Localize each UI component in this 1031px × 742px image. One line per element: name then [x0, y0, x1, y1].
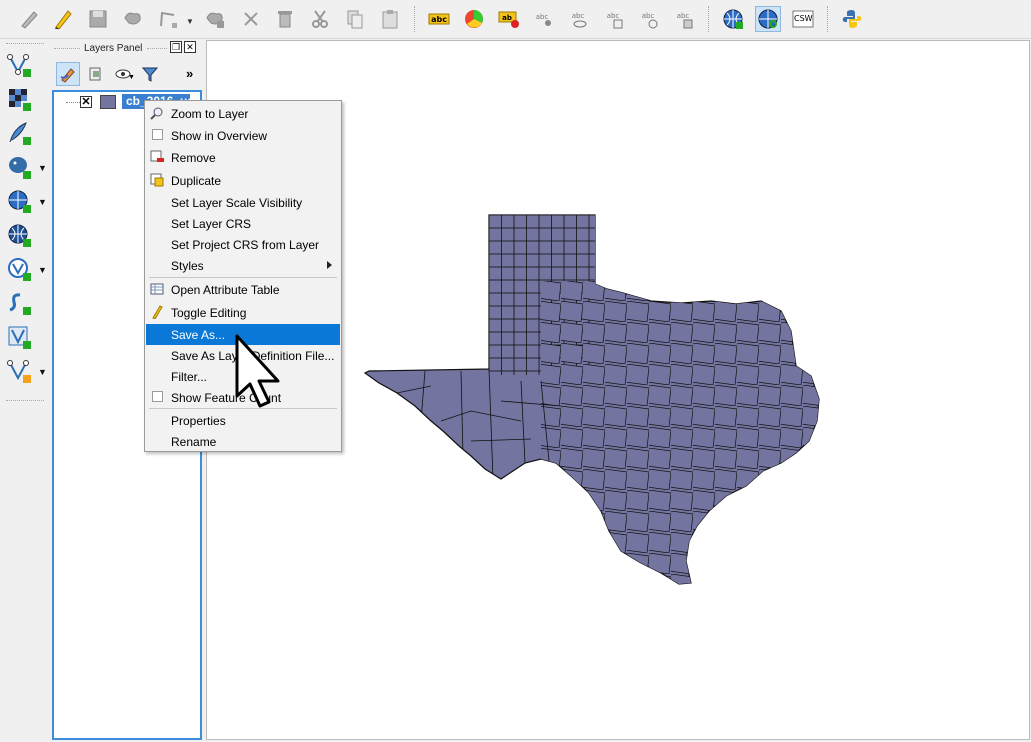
add-feature-icon[interactable] — [120, 6, 146, 32]
move-label-icon[interactable]: abc — [601, 6, 627, 32]
layer-labeling-icon[interactable]: abc — [426, 6, 452, 32]
toolbar-separator — [827, 6, 832, 32]
rotate-label-icon[interactable]: abc — [636, 6, 662, 32]
svg-text:abc: abc — [607, 12, 620, 20]
svg-text:abc: abc — [431, 15, 447, 24]
remove-layer-icon — [150, 150, 164, 162]
submenu-arrow-icon — [327, 261, 332, 269]
add-group-icon[interactable] — [84, 62, 108, 86]
digitize-pencil-icon[interactable] — [16, 6, 42, 32]
overview-checkbox[interactable] — [152, 129, 163, 140]
add-oracle-layer-icon[interactable] — [4, 356, 34, 386]
add-virtual-layer-icon[interactable] — [4, 254, 34, 284]
menu-item-show-in-overview[interactable]: Show in Overview — [146, 125, 340, 146]
magnifier-icon — [150, 107, 163, 120]
float-panel-icon[interactable]: ❐ — [170, 41, 182, 53]
menu-item-duplicate[interactable]: Duplicate — [146, 170, 340, 191]
more-tools-icon[interactable]: » — [186, 66, 193, 81]
central-east-counties — [541, 281, 819, 584]
add-mssql-layer-icon[interactable] — [4, 322, 34, 352]
csw-button[interactable]: CSW — [790, 6, 816, 32]
pin-labels-icon[interactable]: abc — [531, 6, 557, 32]
delete-part-icon[interactable] — [238, 6, 264, 32]
toggle-editing-icon[interactable] — [50, 6, 76, 32]
metasearch-icon[interactable] — [755, 6, 781, 32]
menu-item-rename[interactable]: Rename — [146, 431, 340, 452]
diagram-options-icon[interactable] — [461, 6, 487, 32]
layers-panel-header: Layers Panel ❐ ✕ — [52, 40, 200, 58]
menu-item-zoom-to-layer[interactable]: Zoom to Layer — [146, 103, 340, 124]
menu-item-set-project-crs-from-layer[interactable]: Set Project CRS from Layer — [146, 234, 340, 255]
add-wfs-layer-icon[interactable] — [4, 220, 34, 250]
left-toolbar: ▼ ▼ ▼ ▼ — [0, 40, 50, 740]
mouse-cursor-icon — [235, 334, 280, 408]
tree-branch — [66, 102, 80, 103]
svg-text:abc: abc — [642, 12, 655, 20]
delete-selected-icon[interactable] — [272, 6, 298, 32]
change-label-icon[interactable]: abc — [671, 6, 697, 32]
toolbar-separator — [414, 6, 419, 32]
svg-text:abc: abc — [677, 12, 690, 20]
svg-text:ab: ab — [502, 14, 512, 22]
attribute-table-icon — [150, 283, 164, 295]
menu-item-toggle-editing[interactable]: Toggle Editing — [146, 302, 340, 323]
wcs-dropdown-icon[interactable]: ▼ — [38, 197, 47, 207]
open-layer-styling-icon[interactable] — [56, 62, 80, 86]
toolbar-grip — [6, 43, 44, 44]
main-toolbar: ▼ abc ab abc abc abc abc abc CSW — [0, 0, 1031, 39]
pencil-icon — [152, 305, 163, 319]
python-console-icon[interactable] — [839, 6, 865, 32]
vertex-dropdown-icon[interactable]: ▼ — [186, 17, 194, 26]
paste-features-icon[interactable] — [377, 6, 403, 32]
layer-symbol-swatch — [100, 95, 116, 109]
menu-item-styles[interactable]: Styles — [146, 255, 340, 276]
cut-features-icon[interactable] — [307, 6, 333, 32]
toolbar-separator — [708, 6, 713, 32]
add-postgis-layer-icon[interactable] — [4, 152, 34, 182]
layer-visibility-checkbox[interactable]: ✕ — [80, 96, 92, 108]
oracle-dropdown-icon[interactable]: ▼ — [38, 367, 47, 377]
highlight-pinned-labels-icon[interactable]: ab — [496, 6, 522, 32]
new-vector-layer-icon[interactable] — [4, 50, 34, 80]
menu-item-open-attribute-table[interactable]: Open Attribute Table — [146, 279, 340, 300]
layers-panel-toolbar: ▼ » — [52, 60, 200, 88]
add-delimited-text-icon[interactable] — [4, 118, 34, 148]
close-panel-icon[interactable]: ✕ — [184, 41, 196, 53]
add-wcs-layer-icon[interactable] — [4, 186, 34, 216]
panel-grip — [147, 48, 167, 49]
menu-item-set-layer-crs[interactable]: Set Layer CRS — [146, 213, 340, 234]
toolbar-grip — [6, 400, 44, 401]
menu-item-remove[interactable]: Remove — [146, 147, 340, 168]
duplicate-layer-icon — [150, 173, 164, 187]
add-ring-icon[interactable] — [202, 6, 228, 32]
menu-separator — [149, 277, 337, 278]
csw-label: CSW — [794, 14, 813, 23]
show-hide-labels-icon[interactable]: abc — [566, 6, 592, 32]
menu-item-properties[interactable]: Properties — [146, 410, 340, 431]
svg-text:abc: abc — [536, 13, 549, 21]
vertex-tool-icon[interactable] — [155, 6, 181, 32]
panel-grip — [54, 48, 80, 49]
copy-features-icon[interactable] — [342, 6, 368, 32]
virtual-layer-dropdown-icon[interactable]: ▼ — [38, 265, 47, 275]
add-spatialite-layer-icon[interactable] — [4, 288, 34, 318]
menu-item-set-layer-scale-visibility[interactable]: Set Layer Scale Visibility — [146, 192, 340, 213]
postgis-dropdown-icon[interactable]: ▼ — [38, 163, 47, 173]
feature-count-checkbox[interactable] — [152, 391, 163, 402]
filter-legend-icon[interactable] — [138, 62, 162, 86]
save-edits-icon[interactable] — [85, 6, 111, 32]
add-wms-layer-icon[interactable] — [720, 6, 746, 32]
layers-panel-title: Layers Panel — [84, 43, 143, 54]
visibility-dropdown-icon[interactable]: ▼ — [128, 74, 135, 81]
svg-text:abc: abc — [572, 12, 585, 20]
add-raster-layer-icon[interactable] — [4, 84, 34, 114]
